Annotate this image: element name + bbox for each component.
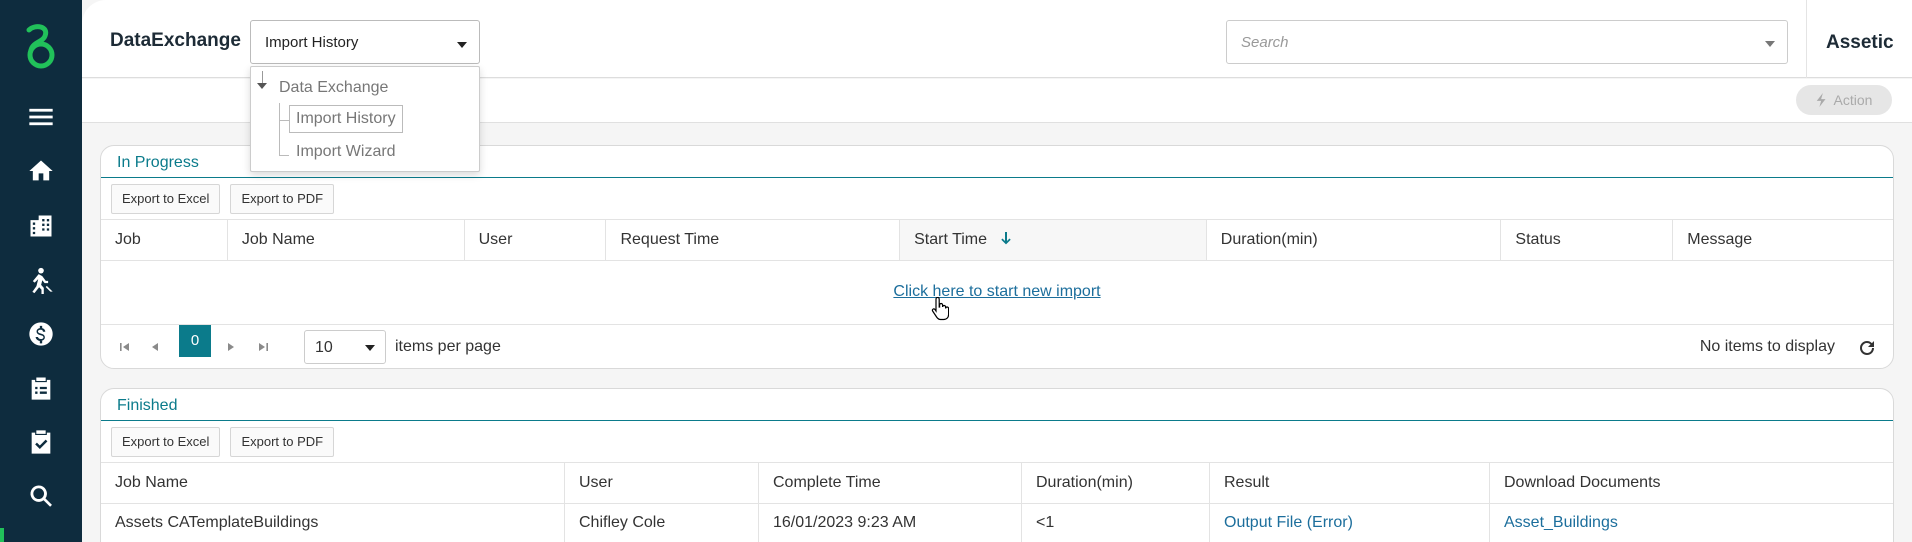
pager: 0 10 items per page No items to display	[101, 325, 1893, 368]
search-placeholder: Search	[1241, 34, 1289, 51]
cell-user: Chifley Cole	[565, 504, 759, 542]
tree-connector	[279, 120, 289, 121]
column-header-label: Start Time	[914, 231, 988, 248]
column-header-start-time[interactable]: Start Time	[900, 220, 1207, 260]
buildings-icon[interactable]	[23, 208, 59, 244]
tree-connector	[279, 103, 280, 155]
cell-complete-time: 16/01/2023 9:23 AM	[759, 504, 1022, 542]
worker-icon[interactable]	[23, 262, 59, 298]
column-header-duration[interactable]: Duration(min)	[1022, 463, 1210, 503]
tree-node-data-exchange[interactable]: Data Exchange	[279, 79, 388, 97]
grid-toolbar: Export to Excel Export to PDF	[101, 178, 1893, 220]
column-header-user[interactable]: User	[565, 463, 759, 503]
page-size-select[interactable]: 10	[304, 330, 386, 364]
previous-page-icon[interactable]	[147, 339, 163, 355]
tasks-icon[interactable]	[23, 424, 59, 460]
lightning-icon	[1816, 93, 1826, 107]
search-input[interactable]: Search	[1226, 20, 1788, 64]
home-icon[interactable]	[23, 153, 59, 189]
column-header-complete-time[interactable]: Complete Time	[759, 463, 1022, 503]
cell-job-name: Assets CATemplateBuildings	[101, 504, 565, 542]
column-header-user[interactable]: User	[465, 220, 607, 260]
column-header-job-name[interactable]: Job Name	[228, 220, 465, 260]
brand-title: DataExchange	[110, 30, 241, 51]
column-header-download-documents[interactable]: Download Documents	[1490, 463, 1893, 503]
refresh-icon[interactable]	[1857, 338, 1877, 358]
expand-toggle-icon[interactable]	[257, 83, 267, 89]
column-header-job-name[interactable]: Job Name	[101, 463, 565, 503]
caret-down-icon	[1765, 41, 1775, 47]
cell-duration: <1	[1022, 504, 1210, 542]
column-header-status[interactable]: Status	[1501, 220, 1674, 260]
grid-toolbar: Export to Excel Export to PDF	[101, 421, 1893, 463]
finished-panel: Finished Export to Excel Export to PDF J…	[100, 388, 1894, 542]
app-root: DataExchange Import History Search Asset…	[0, 0, 1912, 542]
tree-node-import-history[interactable]: Import History	[289, 105, 403, 133]
account-name[interactable]: Assetic	[1826, 32, 1894, 54]
search-icon[interactable]	[23, 478, 59, 514]
tree-connector	[279, 155, 289, 156]
table-header: Job Name User Complete Time Duration(min…	[101, 463, 1893, 504]
first-page-icon[interactable]	[117, 339, 133, 355]
sidebar	[0, 0, 82, 542]
app-logo-icon[interactable]	[21, 22, 61, 70]
export-pdf-button[interactable]: Export to PDF	[230, 184, 335, 214]
export-excel-button[interactable]: Export to Excel	[111, 427, 221, 457]
caret-down-icon	[365, 345, 375, 351]
empty-row: Click here to start new import	[101, 261, 1893, 325]
result-link[interactable]: Output File (Error)	[1210, 504, 1490, 542]
column-header-request-time[interactable]: Request Time	[606, 220, 901, 260]
page-select-dropdown: Data Exchange Import History Import Wiza…	[250, 66, 480, 172]
page-select[interactable]: Import History	[250, 20, 480, 64]
last-page-icon[interactable]	[255, 339, 271, 355]
active-indicator	[0, 528, 4, 542]
finance-icon[interactable]	[23, 316, 59, 352]
current-page-button[interactable]: 0	[179, 325, 211, 357]
action-button-label: Action	[1833, 92, 1873, 108]
sort-descending-icon	[1001, 232, 1012, 245]
export-pdf-button[interactable]: Export to PDF	[230, 427, 335, 457]
header-divider	[1806, 0, 1807, 78]
column-header-result[interactable]: Result	[1210, 463, 1490, 503]
action-button[interactable]: Action	[1796, 85, 1892, 115]
in-progress-panel: In Progress Export to Excel Export to PD…	[100, 145, 1894, 369]
items-per-page-label: items per page	[395, 338, 501, 355]
hand-cursor-icon	[931, 297, 949, 321]
menu-icon[interactable]	[23, 99, 59, 135]
start-import-link[interactable]: Click here to start new import	[893, 283, 1100, 300]
export-excel-button[interactable]: Export to Excel	[111, 184, 221, 214]
pager-info: No items to display	[1699, 338, 1835, 355]
next-page-icon[interactable]	[223, 339, 239, 355]
tree-node-import-wizard[interactable]: Import Wizard	[296, 143, 396, 161]
table-row[interactable]: Assets CATemplateBuildings Chifley Cole …	[101, 504, 1893, 542]
page-select-value: Import History	[265, 34, 359, 51]
panel-title: Finished	[101, 389, 1893, 421]
page-size-value: 10	[315, 339, 333, 356]
column-header-duration[interactable]: Duration(min)	[1207, 220, 1502, 260]
table-header: Job Job Name User Request Time Start Tim…	[101, 220, 1893, 261]
caret-down-icon	[457, 42, 467, 48]
clipboard-icon[interactable]	[23, 370, 59, 406]
column-header-message[interactable]: Message	[1673, 220, 1893, 260]
column-header-job[interactable]: Job	[101, 220, 228, 260]
download-link[interactable]: Asset_Buildings	[1490, 504, 1893, 542]
